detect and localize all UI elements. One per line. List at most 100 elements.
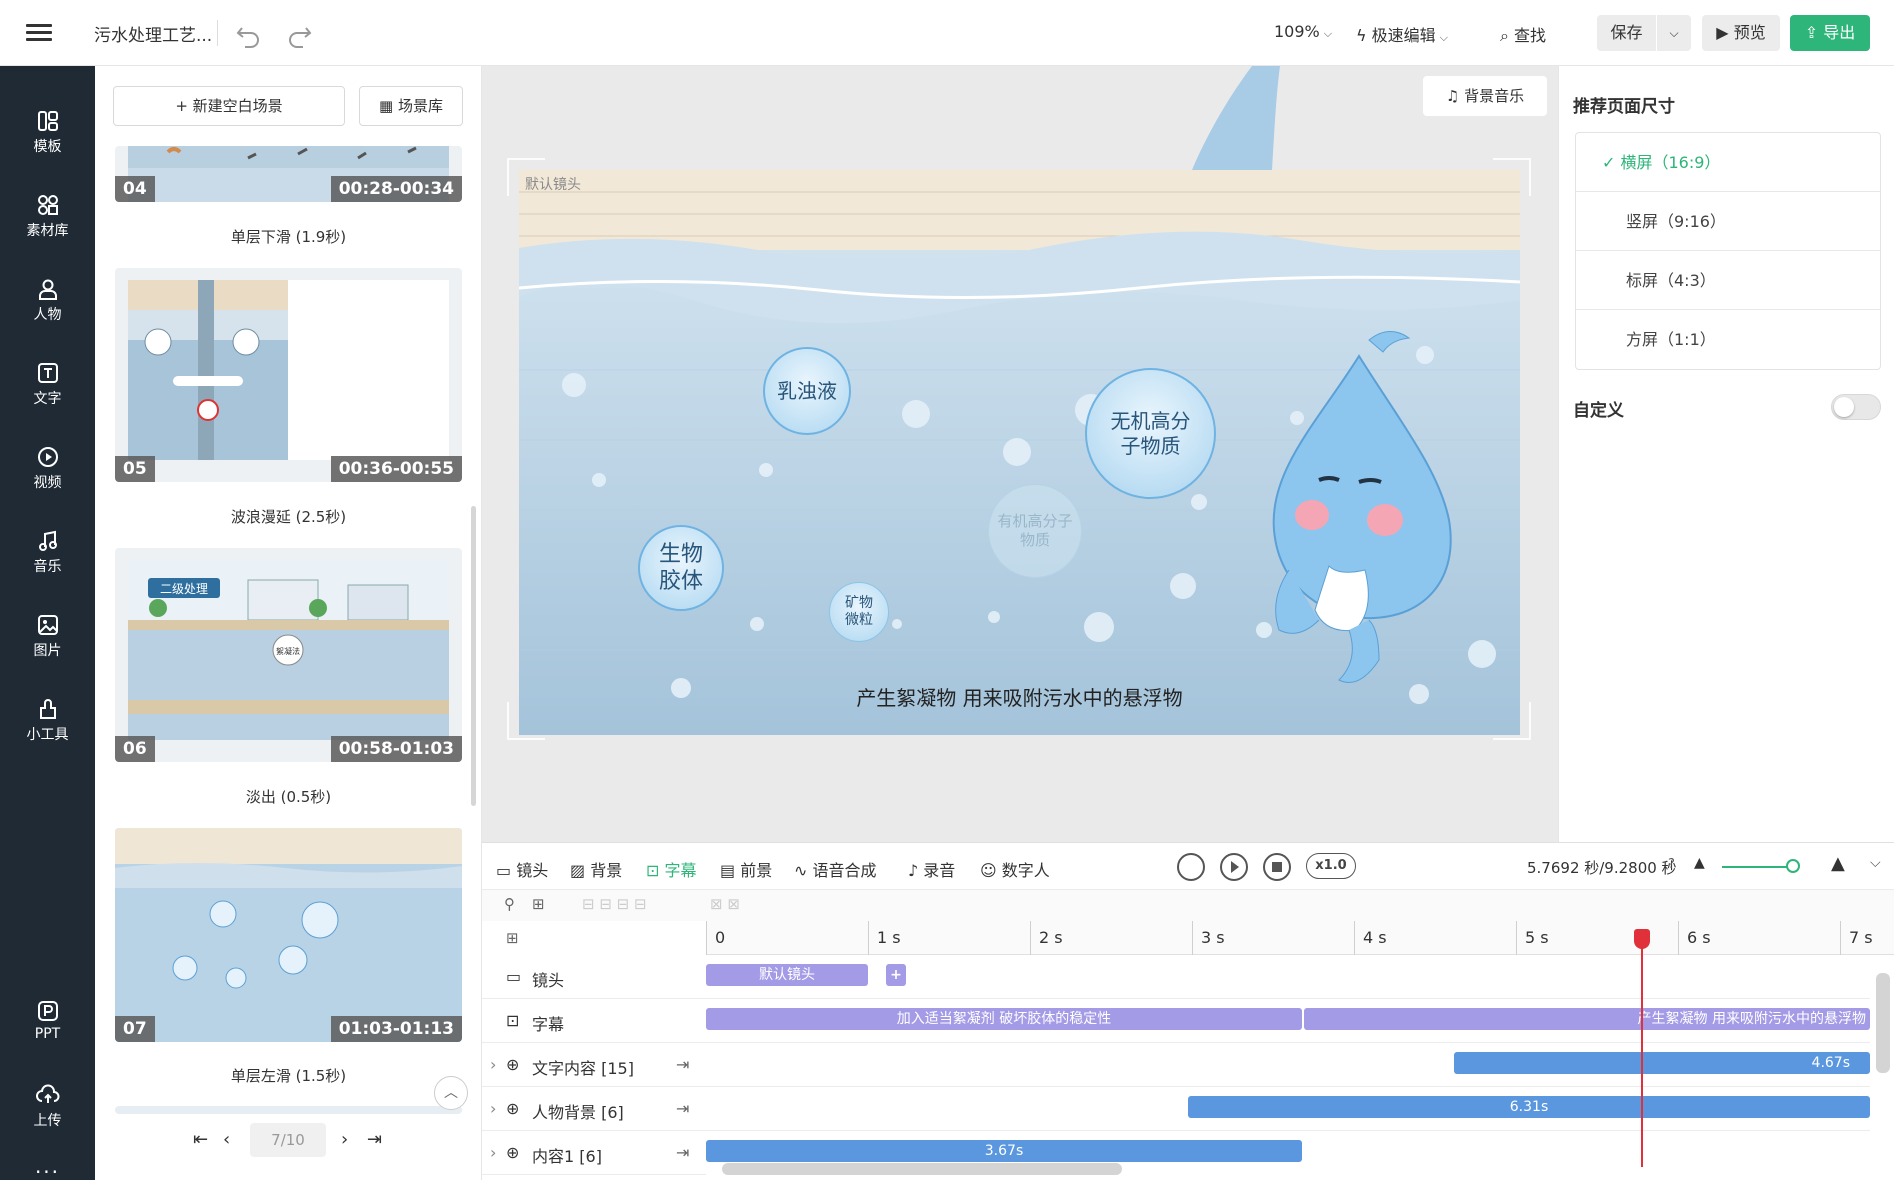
transition-label[interactable]: 波浪漫延 (2.5秒) — [115, 506, 462, 527]
selection-corner[interactable] — [1493, 702, 1531, 740]
tab-record[interactable]: ♪ 录音 — [908, 857, 955, 881]
help-icon[interactable]: ? — [1668, 857, 1675, 872]
scene-card-04[interactable]: 04 00:28-00:34 — [115, 146, 462, 202]
zoom-out-icon[interactable]: ▲ — [1694, 855, 1705, 871]
scene-card-05[interactable]: 05 00:36-00:55 — [115, 268, 462, 482]
track-settings-icon[interactable]: ⊞ — [506, 929, 519, 947]
bubble-biocolloid[interactable]: 生物胶体 — [638, 525, 724, 611]
nav-item-upload[interactable]: 上传 — [0, 1076, 95, 1146]
play-icon[interactable] — [1220, 853, 1248, 881]
timeline-vertical-scrollbar[interactable] — [1876, 973, 1890, 1073]
fast-edit-select[interactable]: ϟ 极速编辑 ⌵ — [1356, 22, 1448, 46]
nav-item-tool[interactable]: 小工具 — [0, 690, 95, 760]
stop-icon[interactable] — [1263, 853, 1291, 881]
tab-tts[interactable]: ∿ 语音合成 — [794, 857, 877, 881]
time-ruler[interactable]: 0 1 s 2 s 3 s 4 s 5 s 6 s 7 s — [706, 921, 1894, 955]
scene-panel-scrollbar[interactable] — [471, 506, 476, 806]
nav-item-video[interactable]: 视频 — [0, 438, 95, 508]
size-option-16-9[interactable]: ✓ 横屏（16:9） — [1576, 133, 1880, 192]
add-shot-button[interactable]: + — [886, 964, 906, 986]
align-icon[interactable]: ⊞ — [532, 895, 545, 913]
nav-item-image[interactable]: 图片 — [0, 606, 95, 676]
next-page-icon[interactable]: › — [341, 1129, 348, 1150]
transition-label[interactable]: 单层下滑 (1.9秒) — [115, 226, 462, 247]
bubble-emulsion[interactable]: 乳浊液 — [763, 347, 851, 435]
find-button[interactable]: ⌕ 查找 — [1500, 22, 1546, 46]
stage-subtitle[interactable]: 产生絮凝物 用来吸附污水中的悬浮物 — [519, 682, 1520, 711]
bubble-organic-polymer[interactable]: 有机高分子物质 — [988, 484, 1082, 578]
size-option-9-16[interactable]: 竖屏（9:16） — [1576, 192, 1880, 251]
tab-shot[interactable]: ▭ 镜头 — [496, 857, 548, 881]
menu-icon[interactable] — [26, 20, 52, 46]
clip-person-bg[interactable]: 6.31s — [1188, 1096, 1870, 1118]
size-option-1-1[interactable]: 方屏（1:1） — [1576, 310, 1880, 369]
tab-foreground[interactable]: ▤ 前景 — [720, 857, 772, 881]
canvas-area: ♫ 背景音乐 默认镜头 乳浊液 无机高分子物质 有机高分子物质 生物胶体 矿物微… — [482, 66, 1558, 842]
save-button[interactable]: 保存 — [1597, 15, 1656, 51]
transition-label[interactable]: 淡出 (0.5秒) — [115, 786, 462, 807]
save-dropdown-button[interactable]: ⌵ — [1657, 15, 1691, 51]
bubble-inorganic-polymer[interactable]: 无机高分子物质 — [1085, 368, 1216, 499]
scene-card-07[interactable]: 07 01:03-01:13 — [115, 828, 462, 1042]
track-content1[interactable]: › ⊕ 内容1 [6] ⇥ — [482, 1131, 706, 1175]
nav-item-template[interactable]: 模板 — [0, 102, 95, 172]
prev-page-icon[interactable]: ‹ — [223, 1129, 230, 1150]
bubble-mineral-particle[interactable]: 矿物微粒 — [829, 582, 889, 642]
preview-button[interactable]: ▶ 预览 — [1702, 15, 1780, 51]
timeline-horizontal-scrollbar[interactable] — [722, 1163, 1122, 1175]
stage-canvas[interactable]: 默认镜头 乳浊液 无机高分子物质 有机高分子物质 生物胶体 矿物微粒 产生絮凝物… — [519, 170, 1520, 735]
scene-library-button[interactable]: ▦ 场景库 — [359, 86, 463, 126]
timeline-zoom-slider[interactable] — [1722, 866, 1792, 868]
redo-icon[interactable] — [282, 16, 316, 50]
export-track-icon[interactable]: ⇥ — [676, 1055, 689, 1074]
replay-icon[interactable] — [1177, 853, 1205, 881]
size-option-4-3[interactable]: 标屏（4:3） — [1576, 251, 1880, 310]
clip-subtitle-2[interactable]: 产生絮凝物 用来吸附污水中的悬浮物 — [1304, 1008, 1870, 1030]
more-icon[interactable]: ... — [0, 1154, 95, 1178]
nav-item-person[interactable]: 人物 — [0, 270, 95, 340]
page-input[interactable]: 7/10 — [250, 1123, 326, 1157]
track-subtitle[interactable]: ⊡ 字幕 — [482, 999, 706, 1043]
clip-default-shot[interactable]: 默认镜头 — [706, 964, 868, 986]
tab-subtitle[interactable]: ⊡ 字幕 — [646, 857, 697, 881]
export-track-icon[interactable]: ⇥ — [676, 1143, 689, 1162]
undo-icon[interactable] — [232, 16, 266, 50]
background-music-button[interactable]: ♫ 背景音乐 — [1423, 76, 1547, 116]
tab-background[interactable]: ▨ 背景 — [570, 857, 622, 881]
zoom-in-icon[interactable]: ▲ — [1831, 853, 1845, 874]
scene-card-06[interactable]: 二级处理 絮凝法 06 00:58-01:03 — [115, 548, 462, 762]
timeline-zoom-knob[interactable] — [1786, 859, 1800, 873]
expand-icon[interactable]: › — [490, 1055, 496, 1074]
transition-label[interactable]: 单层左滑 (1.5秒) — [115, 1065, 462, 1086]
expand-icon[interactable]: › — [490, 1099, 496, 1118]
first-page-icon[interactable]: ⇤ — [193, 1129, 208, 1150]
selection-corner[interactable] — [1493, 158, 1531, 196]
zoom-select[interactable]: 109% ⌵ — [1274, 22, 1332, 41]
selection-corner[interactable] — [507, 158, 545, 196]
custom-size-toggle[interactable] — [1831, 394, 1881, 420]
playback-speed-button[interactable]: x1.0 — [1306, 853, 1356, 879]
scroll-to-top-button[interactable]: ︿ — [434, 1076, 468, 1110]
last-page-icon[interactable]: ⇥ — [367, 1129, 382, 1150]
project-title[interactable]: 污水处理工艺... — [94, 21, 212, 46]
export-track-icon[interactable]: ⇥ — [676, 1099, 689, 1118]
track-shot[interactable]: ▭ 镜头 — [482, 955, 706, 999]
clip-subtitle-1[interactable]: 加入适当絮凝剂 破坏胶体的稳定性 — [706, 1008, 1302, 1030]
scene-card-next[interactable] — [115, 1106, 462, 1114]
nav-item-ppt[interactable]: PPT — [0, 992, 95, 1062]
expand-icon[interactable]: › — [490, 1143, 496, 1162]
nav-item-material[interactable]: 素材库 — [0, 186, 95, 256]
collapse-icon[interactable]: ⌵ — [1870, 855, 1881, 871]
nav-item-music[interactable]: 音乐 — [0, 522, 95, 592]
filter-icon[interactable]: ⚲ — [504, 895, 515, 913]
playhead[interactable] — [1641, 931, 1643, 1167]
track-person-bg[interactable]: › ⊕ 人物背景 [6] ⇥ — [482, 1087, 706, 1131]
clip-text-content[interactable]: 4.67s — [1454, 1052, 1870, 1074]
selection-corner[interactable] — [507, 702, 545, 740]
tab-digital-human[interactable]: ☺ 数字人 — [980, 857, 1050, 881]
export-button[interactable]: ⇪ 导出 — [1790, 15, 1870, 51]
track-text-content[interactable]: › ⊕ 文字内容 [15] ⇥ — [482, 1043, 706, 1087]
new-blank-scene-button[interactable]: + 新建空白场景 — [113, 86, 345, 126]
clip-content1[interactable]: 3.67s — [706, 1140, 1302, 1162]
nav-item-text[interactable]: 文字 — [0, 354, 95, 424]
